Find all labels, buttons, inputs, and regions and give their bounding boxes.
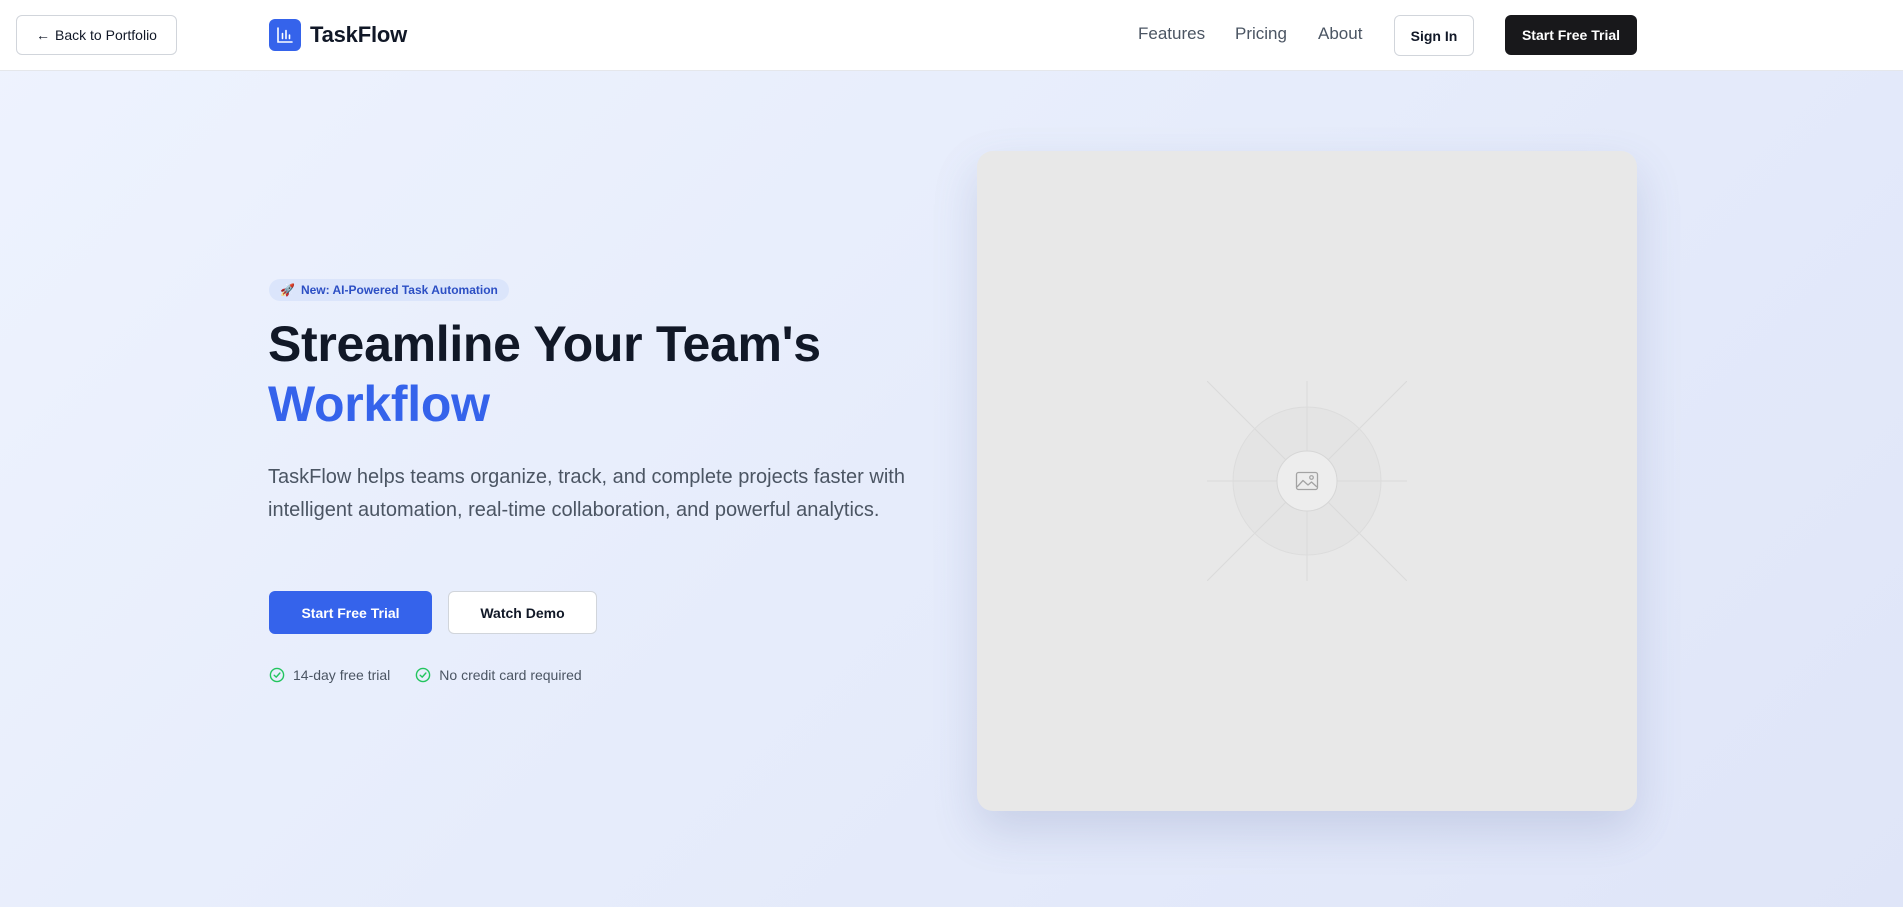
watch-demo-button[interactable]: Watch Demo bbox=[448, 591, 597, 634]
hero-title-highlight: Workflow bbox=[268, 376, 490, 432]
back-to-portfolio-button[interactable]: ← Back to Portfolio bbox=[16, 15, 177, 55]
perk-item: 14-day free trial bbox=[269, 667, 390, 683]
badge-label: New: AI-Powered Task Automation bbox=[300, 283, 498, 297]
check-circle-icon bbox=[415, 667, 431, 683]
top-nav-bar: ← Back to Portfolio TaskFlow Features Pr… bbox=[0, 0, 1903, 71]
perk-label: 14-day free trial bbox=[293, 667, 391, 683]
back-button-label: Back to Portfolio bbox=[55, 27, 157, 43]
header-start-trial-button[interactable]: Start Free Trial bbox=[1505, 15, 1637, 55]
perk-item: No credit card required bbox=[415, 667, 582, 683]
hero-title-line1: Streamline Your Team's bbox=[268, 316, 821, 372]
hero-title: Streamline Your Team's Workflow bbox=[268, 314, 821, 434]
nav-features-link[interactable]: Features bbox=[1138, 24, 1205, 44]
sign-in-button[interactable]: Sign In bbox=[1394, 15, 1474, 56]
brand-name: TaskFlow bbox=[310, 22, 408, 47]
check-circle-icon bbox=[269, 667, 285, 683]
brand-logo[interactable]: TaskFlow bbox=[269, 19, 407, 51]
perk-label: No credit card required bbox=[439, 667, 582, 683]
bar-chart-icon bbox=[269, 19, 301, 51]
image-placeholder-graphic bbox=[1207, 381, 1407, 581]
nav-about-link[interactable]: About bbox=[1318, 24, 1362, 44]
announcement-badge[interactable]: 🚀 New: AI-Powered Task Automation bbox=[269, 279, 509, 301]
start-free-trial-button[interactable]: Start Free Trial bbox=[269, 591, 432, 634]
perks-list: 14-day free trial No credit card require… bbox=[269, 667, 582, 683]
rocket-icon: 🚀 bbox=[280, 283, 295, 297]
nav-pricing-link[interactable]: Pricing bbox=[1235, 24, 1287, 44]
hero-image-placeholder bbox=[977, 151, 1637, 811]
hero-description: TaskFlow helps teams organize, track, an… bbox=[268, 466, 905, 521]
arrow-left-icon: ← bbox=[36, 27, 51, 43]
